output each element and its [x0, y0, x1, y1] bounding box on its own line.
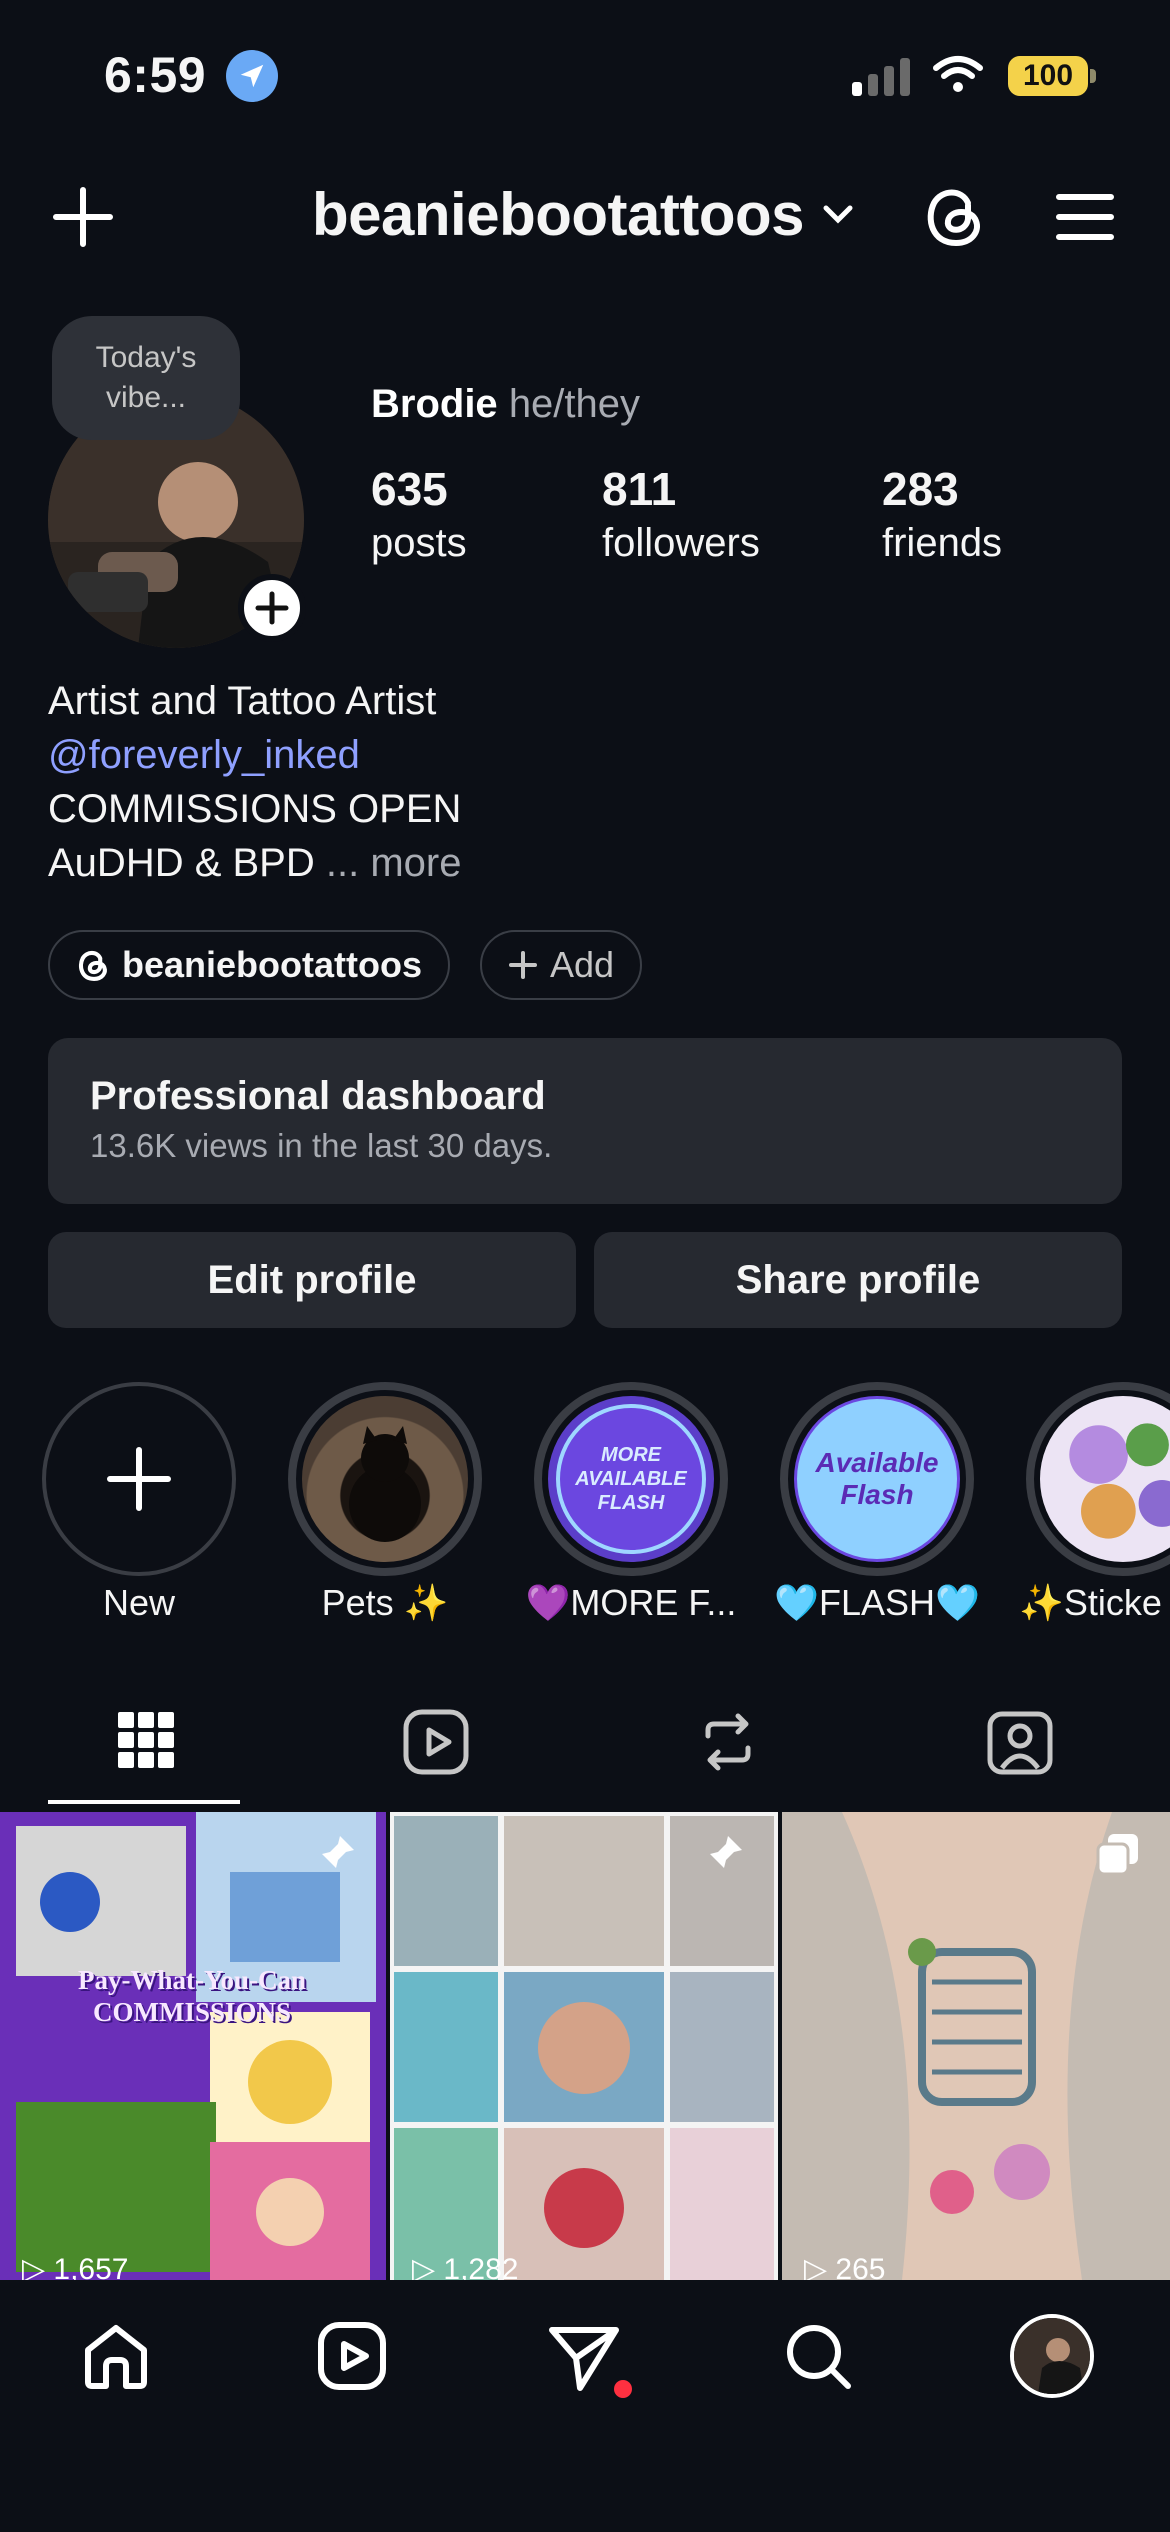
tagged-person-icon	[987, 1711, 1053, 1775]
threads-chip-label: beaniebootattoos	[122, 944, 423, 985]
new-highlight-button[interactable]	[42, 1382, 236, 1576]
search-icon	[787, 2325, 851, 2389]
highlight-cover-flash: Available Flash	[797, 1399, 957, 1559]
battery-indicator: 100	[1008, 56, 1088, 96]
stat-followers-label: followers	[602, 521, 760, 565]
pronouns: he/they	[508, 382, 641, 426]
location-icon	[226, 50, 278, 102]
bio-line-4-text: AuDHD & BPD	[48, 841, 315, 885]
status-time: 6:59	[104, 47, 207, 103]
threads-icon[interactable]	[920, 180, 988, 252]
grid-icon	[118, 1712, 174, 1768]
cellular-signal-icon	[852, 58, 910, 96]
post-3-views: ▷ 265	[804, 2252, 885, 2280]
note-bubble[interactable]: Today's vibe...	[52, 316, 240, 440]
highlight-flash[interactable]: Available Flash	[780, 1382, 974, 1576]
tab-reposts[interactable]	[694, 1708, 762, 1776]
play-count-icon: ▷	[804, 2253, 836, 2280]
post-tile-3[interactable]: ▷ 265	[782, 1812, 1170, 2280]
dashboard-title: Professional dashboard	[90, 1074, 546, 1118]
post-1-view-count: 1,657	[53, 2253, 129, 2280]
profile-name: Brodie he/they	[371, 382, 640, 427]
post-3-photo	[782, 1812, 1170, 2280]
threads-profile-chip[interactable]: beaniebootattoos	[48, 930, 451, 1000]
nav-home[interactable]	[80, 2320, 152, 2392]
nav-search[interactable]	[782, 2320, 854, 2392]
add-chip-label: Add	[550, 944, 615, 985]
stat-posts-value: 635	[371, 463, 448, 515]
bottom-nav	[0, 2280, 1170, 2532]
notification-dot	[614, 2380, 632, 2398]
bio-mention-link[interactable]: @foreverly_inked	[48, 728, 360, 782]
post-2-views: ▷ 1,282	[412, 2252, 518, 2280]
nav-profile-avatar[interactable]	[1010, 2314, 1094, 2398]
display-name: Brodie	[371, 382, 498, 426]
add-link-chip[interactable]: Add	[480, 930, 643, 1000]
pin-icon	[318, 1832, 358, 1872]
stat-friends-value: 283	[882, 463, 959, 515]
threads-small-icon	[78, 950, 107, 981]
stat-posts[interactable]: 635 posts	[371, 462, 467, 570]
highlight-label-more-flash: 💜MORE F...	[525, 1582, 737, 1623]
post-3-view-count: 265	[835, 2253, 886, 2280]
plus-icon	[107, 1447, 171, 1511]
repost-icon	[705, 1713, 751, 1771]
menu-icon[interactable]	[1054, 188, 1116, 246]
stat-friends-label: friends	[882, 521, 1003, 565]
tab-reels[interactable]	[402, 1708, 470, 1776]
highlight-label-stickers: ✨Sticke	[1019, 1582, 1162, 1623]
professional-dashboard-card[interactable]: Professional dashboard 13.6K views in th…	[48, 1038, 1122, 1204]
add-story-plus-icon[interactable]	[238, 574, 306, 642]
highlight-stickers[interactable]	[1026, 1382, 1170, 1576]
active-tab-indicator	[48, 1800, 240, 1804]
share-profile-button[interactable]: Share profile	[594, 1232, 1122, 1328]
post-2-collage	[390, 1812, 778, 2280]
highlight-more-flash[interactable]: MORE AVAILABLE FLASH	[534, 1382, 728, 1576]
account-switch-chevron-icon[interactable]	[822, 204, 854, 226]
dashboard-subtitle: 13.6K views in the last 30 days.	[90, 1127, 553, 1164]
tab-tagged[interactable]	[986, 1708, 1054, 1776]
stat-posts-label: posts	[371, 521, 467, 565]
post-tile-2[interactable]: ▷ 1,282	[390, 1812, 778, 2280]
stat-friends[interactable]: 283 friends	[882, 462, 1002, 570]
edit-profile-button[interactable]: Edit profile	[48, 1232, 576, 1328]
bio-line-4: AuDHD & BPD ... more	[48, 836, 461, 890]
post-1-views: ▷ 1,657	[22, 2252, 128, 2280]
wifi-icon	[932, 54, 984, 94]
battery-tip	[1090, 69, 1096, 83]
post-1-collage	[0, 1812, 386, 2280]
post-tile-1[interactable]: Pay-What-You-Can COMMISSIONS ▷ 1,657	[0, 1812, 386, 2280]
cat-photo	[349, 1426, 421, 1542]
stat-followers[interactable]: 811 followers	[602, 462, 760, 570]
stat-followers-value: 811	[602, 463, 677, 515]
play-count-icon: ▷	[412, 2253, 444, 2280]
tab-posts-grid[interactable]	[116, 1710, 176, 1770]
highlight-cover-more-flash: MORE AVAILABLE FLASH	[556, 1404, 706, 1554]
play-count-icon: ▷	[22, 2253, 54, 2280]
post-1-caption: Pay-What-You-Can COMMISSIONS	[77, 1965, 306, 2027]
reels-icon	[403, 1709, 469, 1775]
create-plus-icon[interactable]	[50, 184, 116, 250]
post-2-view-count: 1,282	[443, 2253, 519, 2280]
bio-more-link[interactable]: ... more	[326, 841, 462, 885]
bio-line-1: Artist and Tattoo Artist	[48, 679, 437, 723]
bio-line-3: COMMISSIONS OPEN	[48, 787, 462, 831]
nav-reels[interactable]	[316, 2320, 388, 2392]
home-icon	[85, 2325, 147, 2389]
nav-messages[interactable]	[546, 2320, 632, 2400]
reels-nav-icon	[318, 2322, 386, 2390]
carousel-icon	[1094, 1830, 1142, 1878]
highlight-label-new: New	[102, 1582, 176, 1623]
pin-icon	[706, 1832, 746, 1872]
highlight-label-pets: Pets ✨	[321, 1582, 449, 1623]
add-plus-icon	[509, 951, 537, 979]
account-username[interactable]: beaniebootattoos	[312, 180, 805, 249]
profile-avatar-small	[1014, 2318, 1090, 2394]
highlight-pets[interactable]	[288, 1382, 482, 1576]
stickers-cover	[1069, 1423, 1170, 1539]
highlight-label-flash: 🩵FLASH🩵	[774, 1582, 980, 1623]
